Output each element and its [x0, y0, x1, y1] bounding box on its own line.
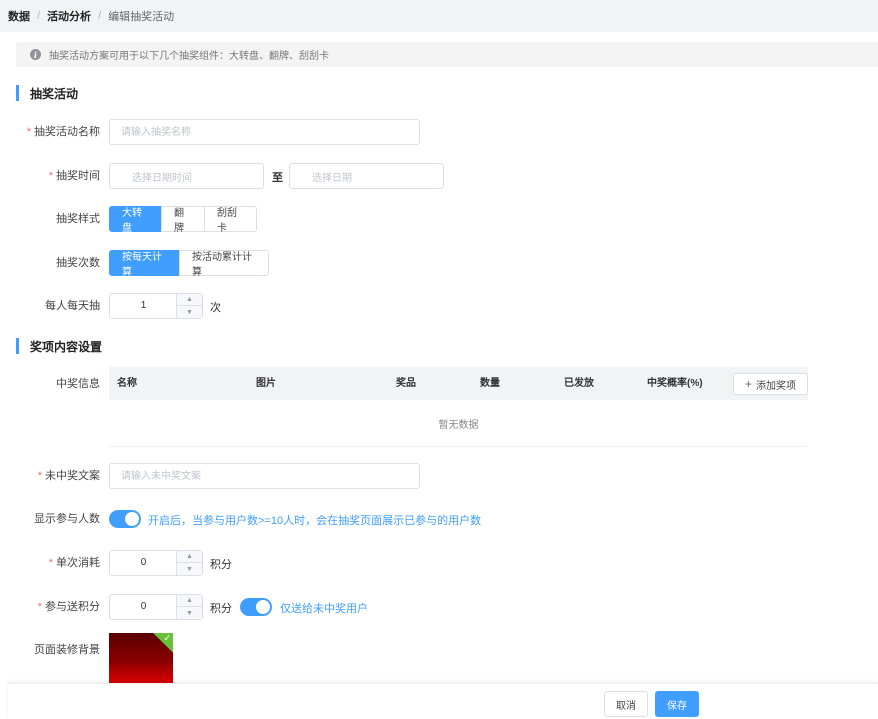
cancel-button[interactable]: 取消: [604, 691, 648, 717]
footer-bar: 取消 保存: [8, 683, 878, 719]
draw-count-total-button[interactable]: 按活动累计计算: [179, 250, 269, 278]
breadcrumb: 数据 / 活动分析 / 编辑抽奖活动: [0, 0, 878, 32]
empty-text: 暂无数据: [438, 419, 479, 431]
section-title-prizes: 奖项内容设置: [16, 338, 102, 354]
start-date-placeholder: 选择日期时间: [132, 172, 192, 184]
info-icon: i: [30, 49, 41, 60]
draw-count-group: 按每天计算 按活动累计计算: [109, 250, 269, 278]
required-mark: *: [48, 170, 53, 182]
section-title-activity: 抽奖活动: [16, 85, 78, 101]
breadcrumb-item-analysis[interactable]: 活动分析: [47, 8, 91, 24]
draw-style-label: 抽奖样式: [56, 213, 100, 225]
single-cost-value[interactable]: 0: [110, 551, 177, 575]
breadcrumb-separator: /: [98, 10, 102, 22]
single-cost-label: * 单次消耗: [0, 556, 100, 570]
required-mark: *: [26, 126, 31, 138]
decrement-icon[interactable]: ▼: [177, 306, 202, 318]
breadcrumb-item-data[interactable]: 数据: [8, 8, 30, 24]
increment-icon[interactable]: ▲: [177, 551, 202, 563]
show-participants-switch[interactable]: [109, 510, 141, 528]
required-mark: *: [37, 601, 42, 613]
participate-points-label: * 参与送积分: [0, 600, 100, 614]
increment-icon[interactable]: ▲: [177, 294, 202, 306]
add-prize-button[interactable]: + 添加奖项: [733, 373, 808, 395]
daily-draw-label: 每人每天抽: [45, 300, 100, 312]
stepper-controls: ▲ ▼: [176, 551, 202, 575]
activity-name-label: * 抽奖活动名称: [0, 125, 100, 139]
single-cost-stepper[interactable]: 0 ▲ ▼: [109, 550, 203, 576]
date-range-to: 至: [272, 172, 283, 184]
save-button[interactable]: 保存: [655, 691, 699, 717]
stepper-controls: ▲ ▼: [176, 595, 202, 619]
column-header-name: 名称: [117, 378, 137, 389]
info-notice: i 抽奖活动方案可用于以下几个抽奖组件：大转盘、翻牌、刮刮卡: [16, 42, 878, 67]
daily-draw-value[interactable]: 1: [110, 294, 177, 318]
switch-knob: [256, 600, 270, 614]
daily-draw-unit: 次: [210, 302, 221, 314]
draw-style-wheel-button[interactable]: 大转盘: [109, 206, 162, 234]
prize-table-header: 名称 图片 奖品 数量 已发放 中奖概率(%) + 添加奖项: [109, 367, 808, 400]
show-participants-label: 显示参与人数: [34, 513, 100, 525]
decrement-icon[interactable]: ▼: [177, 607, 202, 619]
end-date-placeholder: 选择日期: [312, 172, 352, 184]
background-thumbnail[interactable]: ✓: [109, 633, 173, 685]
single-cost-unit: 积分: [210, 559, 232, 571]
draw-style-group: 大转盘 翻牌 刮刮卡: [109, 206, 257, 234]
plus-icon: +: [744, 377, 752, 391]
required-mark: *: [37, 470, 42, 482]
non-winner-only-text: 仅送给未中奖用户: [280, 603, 368, 615]
no-win-text-input[interactable]: [109, 463, 420, 489]
prize-info-label: 中奖信息: [56, 378, 100, 390]
prize-table: 名称 图片 奖品 数量 已发放 中奖概率(%) + 添加奖项 暂无数据: [109, 367, 808, 447]
column-header-issued: 已发放: [564, 378, 594, 389]
column-header-probability: 中奖概率(%): [647, 378, 703, 389]
no-win-text-label: * 未中奖文案: [0, 469, 100, 483]
activity-name-label-text: 抽奖活动名称: [34, 126, 100, 138]
non-winner-only-switch[interactable]: [240, 598, 272, 616]
prize-table-empty: 暂无数据: [109, 400, 808, 447]
participate-points-value[interactable]: 0: [110, 595, 177, 619]
draw-count-label: 抽奖次数: [56, 257, 100, 269]
required-mark: *: [48, 557, 53, 569]
start-date-input[interactable]: 选择日期时间: [109, 163, 264, 189]
increment-icon[interactable]: ▲: [177, 595, 202, 607]
end-date-input[interactable]: 选择日期: [289, 163, 444, 189]
column-header-prize: 奖品: [396, 378, 416, 389]
breadcrumb-current: 编辑抽奖活动: [108, 11, 175, 23]
participate-points-label-text: 参与送积分: [45, 601, 100, 613]
add-prize-label: 添加奖项: [756, 380, 796, 392]
participate-points-unit: 积分: [210, 603, 232, 615]
switch-knob: [125, 512, 139, 526]
draw-time-label: * 抽奖时间: [0, 169, 100, 183]
decrement-icon[interactable]: ▼: [177, 563, 202, 575]
breadcrumb-separator: /: [37, 10, 41, 22]
notice-text: 抽奖活动方案可用于以下几个抽奖组件：大转盘、翻牌、刮刮卡: [49, 51, 329, 62]
check-icon: ✓: [163, 633, 171, 643]
column-header-image: 图片: [256, 378, 276, 389]
draw-count-daily-button[interactable]: 按每天计算: [109, 250, 180, 278]
show-participants-hint: 开启后，当参与用户数>=10人时，会在抽奖页面展示已参与的用户数: [148, 515, 482, 527]
draw-style-scratch-button[interactable]: 刮刮卡: [204, 206, 257, 234]
daily-draw-stepper[interactable]: 1 ▲ ▼: [109, 293, 203, 319]
stepper-controls: ▲ ▼: [176, 294, 202, 318]
page-background-label: 页面装修背景: [34, 644, 100, 656]
activity-name-input[interactable]: [109, 119, 420, 145]
single-cost-label-text: 单次消耗: [56, 557, 100, 569]
column-header-quantity: 数量: [480, 378, 500, 389]
draw-style-flip-button[interactable]: 翻牌: [161, 206, 205, 234]
draw-time-label-text: 抽奖时间: [56, 170, 100, 182]
participate-points-stepper[interactable]: 0 ▲ ▼: [109, 594, 203, 620]
no-win-text-label-text: 未中奖文案: [45, 470, 100, 482]
